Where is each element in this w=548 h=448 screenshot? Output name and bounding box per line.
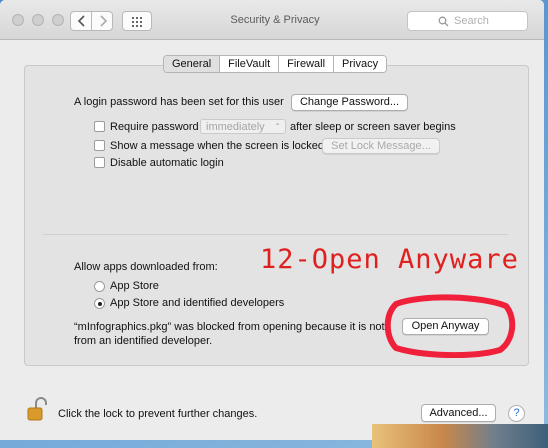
require-password-select-value: immediately <box>206 121 265 133</box>
after-sleep-text: after sleep or screen saver begins <box>290 121 456 133</box>
annotation-circle-icon <box>384 294 516 358</box>
help-button[interactable]: ? <box>508 405 525 422</box>
show-message-checkbox[interactable] <box>94 140 105 151</box>
blocked-message-line2: from an identified developer. <box>74 335 213 347</box>
search-placeholder: Search <box>454 15 489 27</box>
radio-app-store-identified-label: App Store and identified developers <box>110 297 285 309</box>
back-button[interactable] <box>70 11 92 31</box>
search-icon <box>438 16 449 27</box>
close-icon[interactable] <box>12 14 24 26</box>
lock-text: Click the lock to prevent further change… <box>58 408 258 420</box>
grid-icon <box>132 17 142 27</box>
tab-privacy[interactable]: Privacy <box>334 56 387 72</box>
set-lock-message-button[interactable]: Set Lock Message... <box>322 138 440 154</box>
tab-bar: General FileVault Firewall Privacy <box>163 55 388 73</box>
radio-app-store[interactable] <box>94 281 105 292</box>
annotation-text: 12-Open Anyware <box>260 244 519 275</box>
chevron-right-icon <box>100 15 108 27</box>
tab-firewall[interactable]: Firewall <box>279 56 335 72</box>
radio-app-store-label: App Store <box>110 280 159 292</box>
advanced-button[interactable]: Advanced... <box>421 404 496 422</box>
disable-auto-login-checkbox[interactable] <box>94 157 105 168</box>
section-divider <box>43 234 508 235</box>
show-message-label: Show a message when the screen is locked <box>110 140 325 152</box>
radio-app-store-identified[interactable] <box>94 298 105 309</box>
preferences-window: Security & Privacy Search General FileVa… <box>0 0 544 440</box>
show-all-button[interactable] <box>122 11 152 31</box>
chevron-left-icon <box>77 15 85 27</box>
require-password-checkbox[interactable] <box>94 121 105 132</box>
tab-filevault[interactable]: FileVault <box>220 56 280 72</box>
zoom-icon[interactable] <box>52 14 64 26</box>
blocked-message-line1: “mInfographics.pkg” was blocked from ope… <box>74 321 385 333</box>
window-title: Security & Privacy <box>230 14 320 26</box>
lock-icon[interactable] <box>27 396 47 422</box>
allow-apps-heading: Allow apps downloaded from: <box>74 261 218 273</box>
login-password-text: A login password has been set for this u… <box>74 96 284 108</box>
forward-button[interactable] <box>91 11 113 31</box>
tab-general[interactable]: General <box>164 56 221 72</box>
select-arrows-icon: ⌃ <box>274 122 281 131</box>
require-password-label: Require password <box>110 121 199 133</box>
change-password-button[interactable]: Change Password... <box>291 94 408 111</box>
minimize-icon[interactable] <box>32 14 44 26</box>
search-input[interactable]: Search <box>407 11 528 31</box>
disable-auto-login-label: Disable automatic login <box>110 157 224 169</box>
require-password-select[interactable]: immediately ⌃ <box>200 119 286 134</box>
title-bar: Security & Privacy Search <box>0 0 544 40</box>
desktop-background <box>372 424 548 448</box>
